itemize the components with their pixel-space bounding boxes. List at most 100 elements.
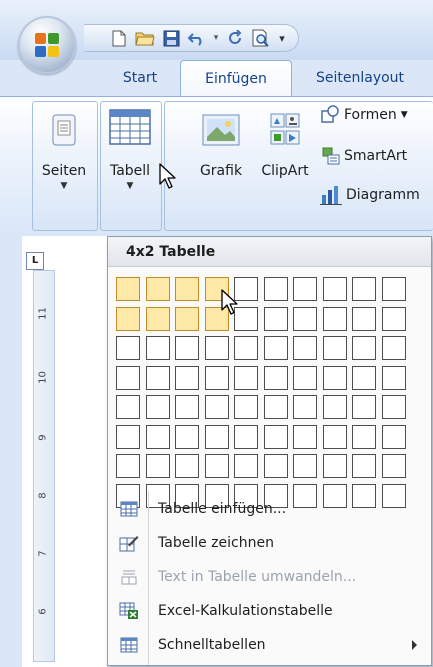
menu-convert-text[interactable]: Text in Tabelle umwandeln... (108, 561, 431, 593)
grid-cell[interactable] (352, 306, 376, 331)
grid-cell[interactable] (352, 336, 376, 360)
ruler-number: 8 (37, 492, 49, 499)
grid-cell[interactable] (263, 277, 288, 301)
grid-cell[interactable] (263, 336, 288, 360)
menu-insert-table[interactable]: Tabelle einfügen... (108, 493, 431, 525)
grid-cell[interactable] (204, 336, 229, 360)
grid-cell[interactable] (352, 365, 376, 390)
grid-cell[interactable] (293, 424, 317, 449)
grid-cell[interactable] (116, 424, 140, 449)
grid-cell[interactable] (293, 365, 317, 390)
grid-cell[interactable] (293, 306, 317, 331)
undo-dropdown-icon[interactable]: ▾ (212, 28, 220, 48)
grid-cell[interactable] (204, 365, 229, 390)
grid-cell[interactable] (263, 395, 288, 419)
grid-cell[interactable] (204, 454, 229, 478)
redo-icon[interactable] (224, 28, 246, 48)
grid-cell[interactable] (116, 306, 140, 331)
chart-button[interactable]: Diagramm (320, 185, 420, 205)
grid-cell[interactable] (204, 395, 229, 419)
print-preview-icon[interactable] (250, 28, 272, 48)
grid-cell[interactable] (381, 424, 406, 449)
grid-cell[interactable] (381, 395, 406, 419)
grid-cell[interactable] (352, 395, 376, 419)
grid-cell[interactable] (293, 454, 317, 478)
grid-cell[interactable] (116, 336, 140, 360)
grid-cell[interactable] (352, 424, 376, 449)
grid-cell[interactable] (145, 365, 170, 390)
menu-draw-table[interactable]: Tabelle zeichnen (108, 527, 431, 559)
grid-cell[interactable] (116, 277, 140, 301)
grid-cell[interactable] (293, 277, 317, 301)
grid-cell[interactable] (175, 365, 199, 390)
grid-cell[interactable] (381, 306, 406, 331)
grid-cell[interactable] (381, 454, 406, 478)
grid-cell[interactable] (263, 454, 288, 478)
grid-cell[interactable] (263, 306, 288, 331)
pages-label: Seiten (41, 163, 87, 179)
grid-cell[interactable] (263, 424, 288, 449)
save-icon[interactable] (160, 28, 182, 48)
tab-start[interactable]: Start (108, 60, 172, 96)
grid-cell[interactable] (322, 454, 347, 478)
smartart-icon (322, 147, 340, 165)
menu-excel-sheet[interactable]: Excel-Kalkulationstabelle (108, 595, 431, 627)
grid-cell[interactable] (352, 454, 376, 478)
grid-cell[interactable] (175, 336, 199, 360)
grid-cell[interactable] (175, 395, 199, 419)
grid-cell[interactable] (322, 424, 347, 449)
clipart-button[interactable]: ClipArt (258, 109, 312, 179)
grid-cell[interactable] (293, 395, 317, 419)
grid-cell[interactable] (175, 454, 199, 478)
grid-cell[interactable] (293, 336, 317, 360)
grid-cell[interactable] (116, 454, 140, 478)
undo-icon[interactable] (186, 28, 208, 48)
grid-cell[interactable] (145, 395, 170, 419)
grid-cell[interactable] (145, 306, 170, 331)
grid-cell[interactable] (145, 424, 170, 449)
grid-cell[interactable] (234, 365, 258, 390)
grid-cell[interactable] (175, 424, 199, 449)
grid-cell[interactable] (322, 277, 347, 301)
picture-button[interactable]: Grafik (196, 109, 246, 179)
grid-cell[interactable] (322, 365, 347, 390)
grid-cell[interactable] (263, 365, 288, 390)
grid-cell[interactable] (381, 277, 406, 301)
grid-cell[interactable] (322, 395, 347, 419)
insert-table-icon (112, 501, 146, 517)
grid-cell[interactable] (381, 365, 406, 390)
grid-cell[interactable] (116, 365, 140, 390)
grid-cell[interactable] (322, 336, 347, 360)
table-button[interactable]: Tabell ▼ (104, 103, 156, 191)
table-dropdown-icon: ▼ (126, 181, 134, 191)
smartart-button[interactable]: SmartArt (322, 147, 407, 165)
new-document-icon[interactable] (108, 28, 130, 48)
grid-cell[interactable] (381, 336, 406, 360)
tab-insert[interactable]: Einfügen (180, 60, 292, 97)
table-size-label: 4x2 Tabelle (108, 237, 431, 267)
grid-cell[interactable] (234, 336, 258, 360)
office-button[interactable] (18, 16, 76, 74)
tab-selector[interactable]: L (26, 252, 44, 270)
open-folder-icon[interactable] (134, 28, 156, 48)
grid-cell[interactable] (145, 277, 170, 301)
grid-cell[interactable] (175, 306, 199, 331)
pages-button[interactable]: Seiten ▼ (38, 109, 90, 191)
grid-cell[interactable] (234, 395, 258, 419)
grid-cell[interactable] (234, 454, 258, 478)
grid-cell[interactable] (322, 306, 347, 331)
menu-quick-tables[interactable]: Schnelltabellen (108, 629, 431, 661)
quick-access-toolbar: ▾ ▾ (84, 24, 299, 52)
customize-toolbar-icon[interactable]: ▾ (276, 28, 288, 48)
ruler-number: 6 (37, 608, 49, 615)
grid-cell[interactable] (145, 454, 170, 478)
grid-cell[interactable] (116, 395, 140, 419)
grid-cell[interactable] (352, 277, 376, 301)
convert-text-icon (112, 569, 146, 585)
grid-cell[interactable] (234, 424, 258, 449)
grid-cell[interactable] (175, 277, 199, 301)
grid-cell[interactable] (204, 424, 229, 449)
shapes-button[interactable]: Formen ▼ (320, 105, 408, 125)
tab-page-layout[interactable]: Seitenlayout (302, 60, 433, 96)
grid-cell[interactable] (145, 336, 170, 360)
